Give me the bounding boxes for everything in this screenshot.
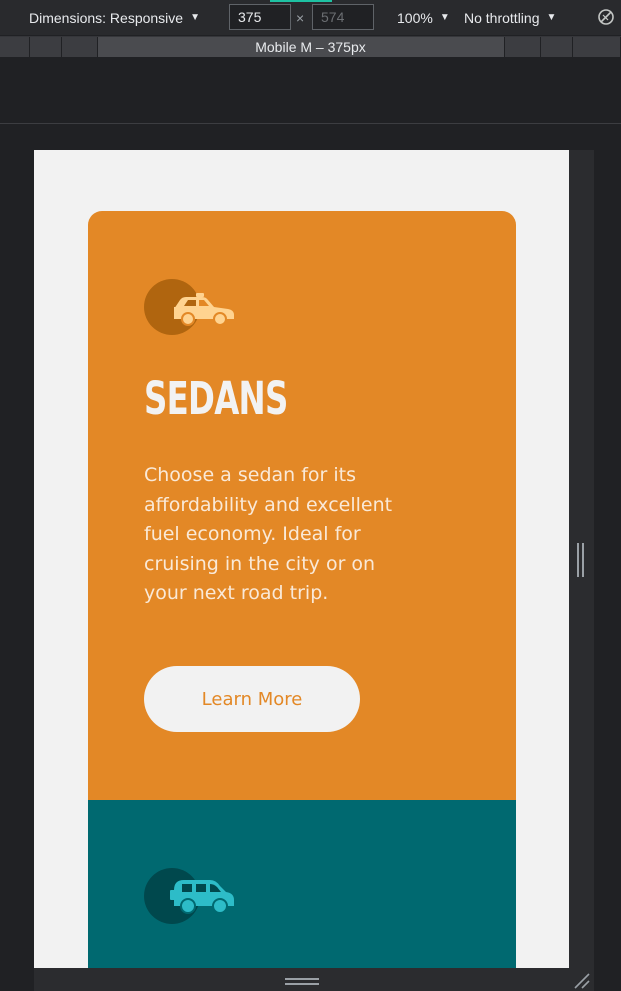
device-toolbar: Dimensions: Responsive ▼ 375 × 574 100% … [0,0,621,35]
chevron-down-icon: ▼ [190,12,200,23]
device-label: Mobile M – 375px [255,39,366,55]
sedan-car-icon [144,279,234,335]
times-separator: × [296,9,305,26]
right-resize-handle[interactable] [577,543,585,577]
width-input[interactable]: 375 [229,4,291,30]
chevron-down-icon: ▼ [546,12,557,23]
height-input[interactable]: 574 [312,4,374,30]
dimensions-label: Dimensions: Responsive [29,9,184,26]
zoom-label: 100% [397,9,433,26]
suv-car-icon [144,868,234,924]
suvs-section [88,800,516,968]
chevron-down-icon: ▼ [439,12,450,23]
dimensions-dropdown[interactable]: Dimensions: Responsive ▼ [29,0,200,35]
zoom-dropdown[interactable]: 100% ▼ [397,0,450,35]
throttling-label: No throttling [464,9,540,26]
learn-more-button[interactable]: Learn More [144,666,360,732]
bottom-resize-handle[interactable] [285,978,319,986]
section-title: SEDANS [144,372,288,425]
divider [0,123,621,124]
emulated-viewport[interactable]: SEDANS Choose a sedan for its affordabil… [34,150,569,968]
corner-resize-icon[interactable] [573,972,590,989]
rotate-icon[interactable] [597,8,615,26]
throttling-dropdown[interactable]: No throttling ▼ [464,0,556,35]
car-card: SEDANS Choose a sedan for its affordabil… [88,211,516,968]
section-description: Choose a sedan for its affordability and… [144,464,393,605]
sedans-section: SEDANS Choose a sedan for its affordabil… [88,211,516,800]
